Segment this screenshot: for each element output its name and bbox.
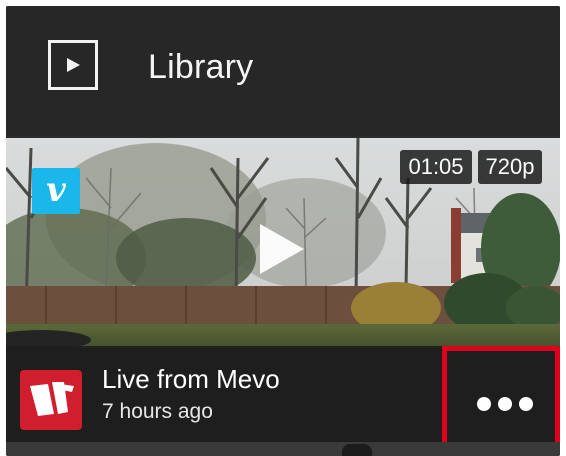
resolution-badge: 720p: [478, 150, 542, 184]
video-timestamp: 7 hours ago: [102, 400, 213, 423]
more-options-button[interactable]: [442, 346, 560, 450]
next-item-logo: [342, 444, 372, 456]
next-item-peek: [6, 442, 560, 456]
duration-badge: 01:05: [400, 150, 472, 184]
more-dots-icon: [477, 397, 491, 411]
more-dot: [519, 397, 533, 411]
more-dot: [498, 397, 512, 411]
page-title: Library: [148, 48, 254, 86]
video-title[interactable]: Live from Mevo: [102, 364, 280, 395]
library-header: Library: [6, 6, 560, 136]
video-thumbnail[interactable]: v 01:05 720p: [6, 138, 560, 348]
play-square-icon[interactable]: [48, 40, 98, 90]
app-frame: Library v 01:05 720p Live from Mevo 7 ho…: [6, 6, 560, 456]
play-icon[interactable]: [256, 220, 308, 278]
vimeo-icon: v: [32, 168, 80, 214]
video-info-bar: Live from Mevo 7 hours ago: [6, 346, 560, 450]
mevo-logo-icon: [20, 370, 82, 430]
vimeo-letter: v: [46, 170, 66, 210]
